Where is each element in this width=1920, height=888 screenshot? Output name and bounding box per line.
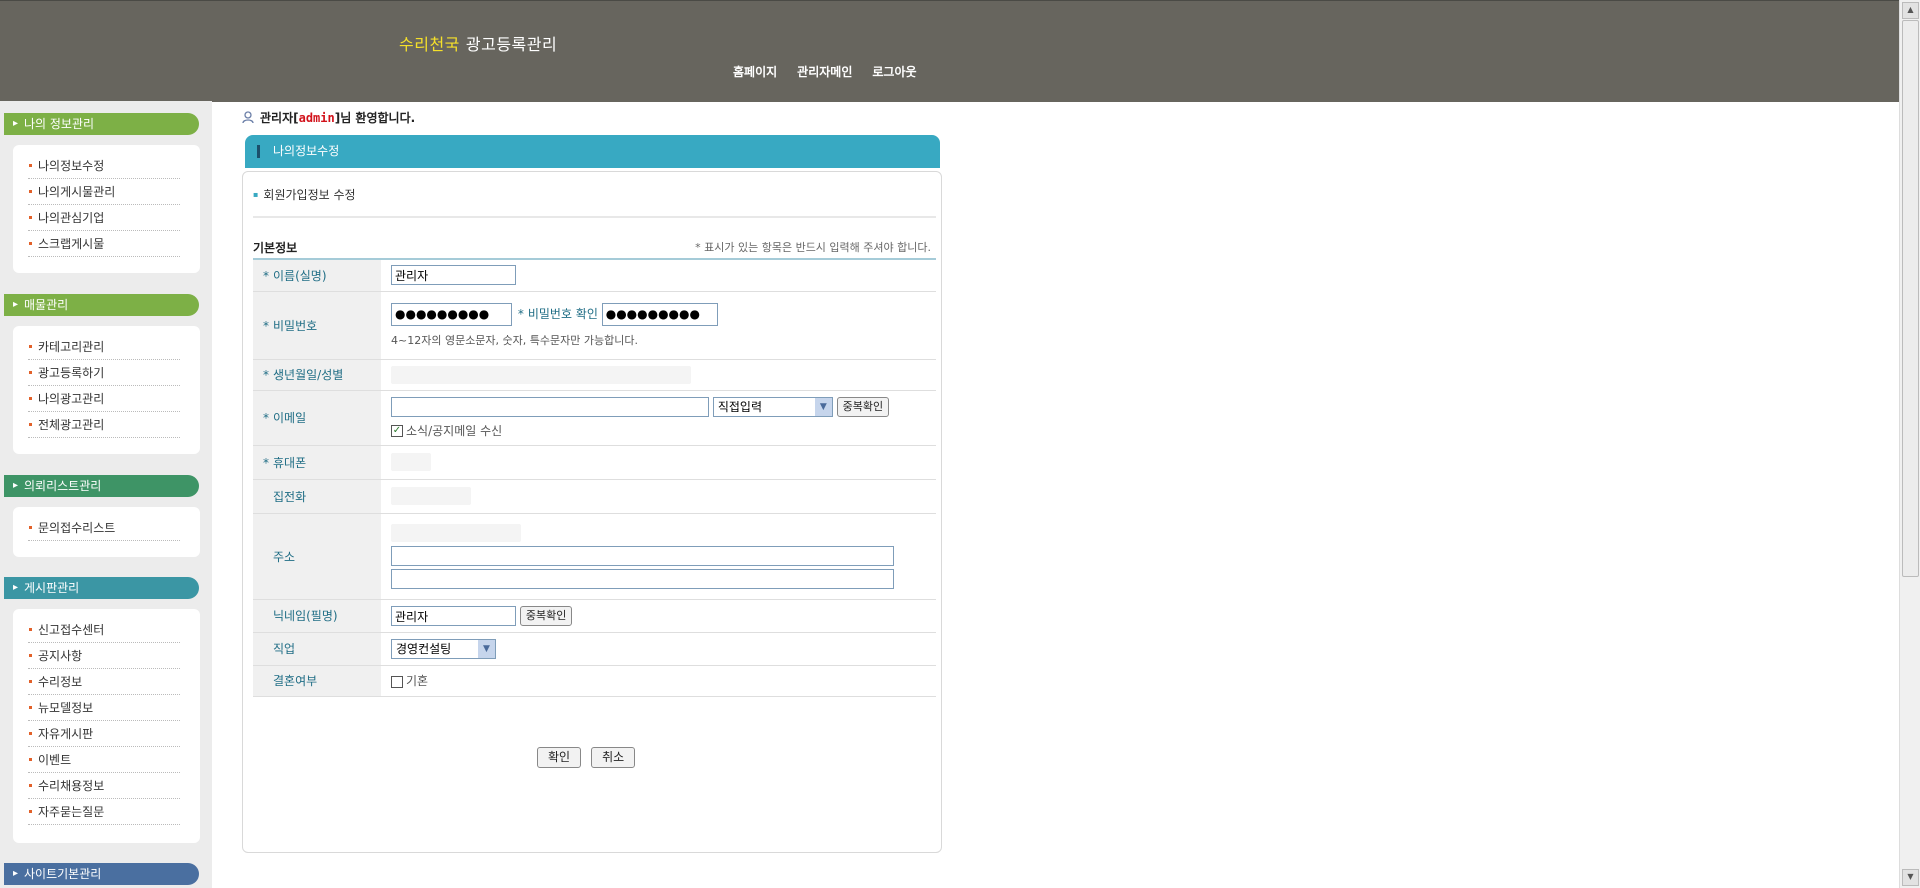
sidebar-box-board: 신고접수센터 공지사항 수리정보 뉴모델정보 자유게시판 이벤트 수리채용정보 … bbox=[13, 609, 200, 843]
address-line2-input[interactable] bbox=[391, 568, 894, 589]
sidebar-box-listing: 카테고리관리 광고등록하기 나의광고관리 전체광고관리 bbox=[13, 326, 200, 454]
welcome-user-id: admin bbox=[298, 111, 335, 125]
married-option-label: 기혼 bbox=[406, 674, 429, 688]
sidebar-box-my-info: 나의정보수정 나의게시물관리 나의관심기업 스크랩게시물 bbox=[13, 145, 200, 273]
top-nav: 홈페이지 관리자메인 로그아웃 bbox=[733, 63, 917, 80]
sidebar-item-free-board[interactable]: 자유게시판 bbox=[28, 721, 180, 747]
sidebar-item-register-ad[interactable]: 광고등록하기 bbox=[28, 360, 180, 386]
email-label: 이메일 bbox=[273, 411, 307, 425]
sidebar-item-notice[interactable]: 공지사항 bbox=[28, 643, 180, 669]
email-domain-select[interactable]: 직접입력 ▼ bbox=[712, 396, 833, 417]
confirm-button[interactable]: 확인 bbox=[537, 747, 582, 768]
job-select[interactable]: 경영컨설팅 ▼ bbox=[391, 638, 496, 659]
scroll-down-arrow-icon[interactable]: ▼ bbox=[1902, 869, 1919, 886]
birth-field[interactable] bbox=[391, 365, 691, 384]
nav-logout-link[interactable]: 로그아웃 bbox=[872, 63, 916, 80]
row-birth: * 생년월일/성별 bbox=[253, 359, 936, 391]
sidebar-section-site-basic[interactable]: 사이트기본관리 bbox=[4, 863, 199, 885]
nav-homepage-link[interactable]: 홈페이지 bbox=[733, 63, 777, 80]
nav-admin-main-link[interactable]: 관리자메인 bbox=[797, 63, 852, 80]
subtitle-divider bbox=[253, 216, 936, 218]
sidebar-item-event[interactable]: 이벤트 bbox=[28, 747, 180, 773]
sidebar-section-my-info[interactable]: 나의 정보관리 bbox=[4, 113, 199, 135]
home-phone-label: 집전화 bbox=[273, 489, 307, 504]
email-duplicate-check-button[interactable]: 중복확인 bbox=[836, 396, 890, 417]
home-phone-field[interactable] bbox=[391, 487, 471, 505]
scroll-up-arrow-icon[interactable]: ▲ bbox=[1902, 2, 1919, 19]
chevron-down-icon: ▼ bbox=[814, 397, 832, 416]
top-header: 수리천국 광고등록관리 홈페이지 관리자메인 로그아웃 bbox=[0, 0, 1900, 102]
sidebar: 나의 정보관리 나의정보수정 나의게시물관리 나의관심기업 스크랩게시물 매물관… bbox=[0, 101, 212, 888]
married-label: 결혼여부 bbox=[273, 674, 318, 688]
required-note: * 표시가 있는 항목은 반드시 입력해 주셔야 합니다. bbox=[695, 241, 931, 254]
vertical-scrollbar[interactable]: ▲ ▼ bbox=[1899, 0, 1920, 888]
row-email: * 이메일 직접입력 ▼ 중복확인 ✓ 소식/공지메일 수신 bbox=[253, 390, 936, 446]
tab-my-info-edit: 나의정보수정 bbox=[245, 135, 940, 168]
email-input[interactable] bbox=[391, 396, 709, 417]
row-password: * 비밀번호 ●●●●●●●●● * 비밀번호 확인 ●●●●●●●●● 4~12자… bbox=[253, 291, 936, 360]
password-hint: 4~12자의 영문소문자, 숫자, 특수문자만 가능합니다. bbox=[391, 333, 638, 347]
sidebar-item-faq[interactable]: 자주묻는질문 bbox=[28, 799, 180, 825]
sidebar-item-my-ads[interactable]: 나의광고관리 bbox=[28, 386, 180, 412]
married-checkbox[interactable] bbox=[391, 675, 403, 688]
birth-label: 생년월일/성별 bbox=[273, 368, 344, 382]
sidebar-item-category-manage[interactable]: 카테고리관리 bbox=[28, 334, 180, 360]
zipcode-field[interactable] bbox=[391, 523, 521, 542]
brand-highlight: 수리천국 bbox=[399, 35, 460, 54]
form-panel: 회원가입정보 수정 기본정보 * 표시가 있는 항목은 반드시 입력해 주셔야 … bbox=[242, 171, 942, 853]
sidebar-section-board[interactable]: 게시판관리 bbox=[4, 577, 199, 599]
welcome-prefix: 관리자[ bbox=[260, 111, 299, 125]
mobile-label: 휴대폰 bbox=[273, 455, 307, 470]
sidebar-item-repair-info[interactable]: 수리정보 bbox=[28, 669, 180, 695]
row-married: 결혼여부 기혼 bbox=[253, 665, 936, 697]
row-nickname: 닉네임(필명) 관리자 중복확인 bbox=[253, 599, 936, 633]
nickname-input[interactable]: 관리자 bbox=[391, 605, 516, 626]
sidebar-item-repair-jobs[interactable]: 수리채용정보 bbox=[28, 773, 180, 799]
sidebar-item-inquiry-list[interactable]: 문의접수리스트 bbox=[28, 515, 180, 541]
newsletter-checkbox[interactable]: ✓ bbox=[391, 425, 403, 437]
sidebar-box-request-list: 문의접수리스트 bbox=[13, 507, 200, 557]
sidebar-item-my-interest-companies[interactable]: 나의관심기업 bbox=[28, 205, 180, 231]
password-input[interactable]: ●●●●●●●●● bbox=[391, 302, 512, 326]
name-label: 이름(실명) bbox=[273, 268, 327, 283]
sidebar-item-scrap-posts[interactable]: 스크랩게시물 bbox=[28, 231, 180, 257]
sidebar-item-all-ads[interactable]: 전체광고관리 bbox=[28, 412, 180, 438]
nickname-duplicate-check-button[interactable]: 중복확인 bbox=[519, 605, 573, 626]
nickname-label: 닉네임(필명) bbox=[273, 609, 338, 623]
form-actions: 확인 취소 bbox=[537, 747, 636, 768]
chevron-down-icon: ▼ bbox=[478, 639, 495, 658]
member-info-form: * 이름(실명) 관리자 * 비밀번호 ●●●●●●●●● * 비밀번호 확인 ●●●… bbox=[253, 260, 936, 697]
sidebar-section-request-list[interactable]: 의뢰리스트관리 bbox=[4, 475, 199, 497]
row-mobile: * 휴대폰 bbox=[253, 445, 936, 480]
newsletter-label: 소식/공지메일 수신 bbox=[406, 423, 503, 438]
sidebar-item-edit-my-info[interactable]: 나의정보수정 bbox=[28, 153, 180, 179]
cancel-button[interactable]: 취소 bbox=[591, 747, 636, 768]
password-label: 비밀번호 bbox=[273, 318, 318, 333]
user-icon bbox=[242, 111, 254, 124]
address-label: 주소 bbox=[273, 549, 296, 564]
name-input[interactable]: 관리자 bbox=[391, 265, 516, 286]
sidebar-item-new-model-info[interactable]: 뉴모델정보 bbox=[28, 695, 180, 721]
row-name: * 이름(실명) 관리자 bbox=[253, 260, 936, 292]
password-confirm-label: 비밀번호 확인 bbox=[527, 306, 598, 321]
sidebar-item-my-posts[interactable]: 나의게시물관리 bbox=[28, 179, 180, 205]
row-home-phone: 집전화 bbox=[253, 479, 936, 514]
job-label: 직업 bbox=[273, 642, 296, 656]
brand-subtitle: 광고등록관리 bbox=[465, 35, 558, 54]
sidebar-section-listing[interactable]: 매물관리 bbox=[4, 294, 199, 316]
scrollbar-thumb[interactable] bbox=[1902, 20, 1919, 577]
row-address: 주소 bbox=[253, 513, 936, 600]
site-title: 수리천국 광고등록관리 bbox=[399, 31, 557, 55]
form-title: 기본정보 bbox=[253, 241, 298, 255]
row-job: 직업 경영컨설팅 ▼ bbox=[253, 632, 936, 666]
section-subtitle: 회원가입정보 수정 bbox=[253, 186, 355, 203]
welcome-message: 관리자[admin]님 환영합니다. bbox=[242, 109, 415, 126]
address-line1-input[interactable] bbox=[391, 545, 894, 566]
sidebar-item-report-center[interactable]: 신고접수센터 bbox=[28, 617, 180, 643]
welcome-suffix: ]님 환영합니다. bbox=[334, 111, 416, 125]
password-confirm-input[interactable]: ●●●●●●●●● bbox=[601, 302, 718, 326]
mobile-field[interactable] bbox=[391, 453, 431, 471]
